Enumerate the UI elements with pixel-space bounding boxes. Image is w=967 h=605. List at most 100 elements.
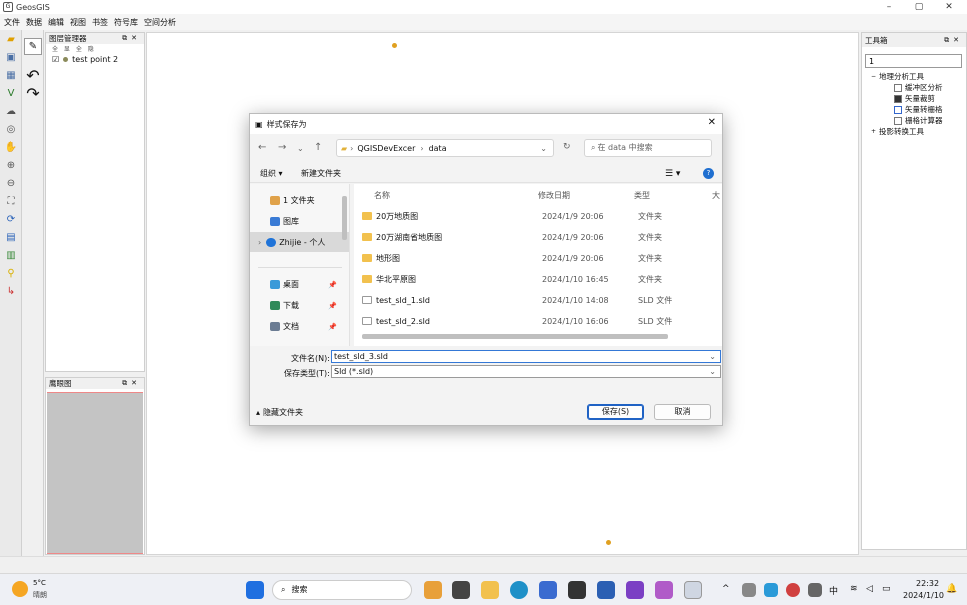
panel-controls-icon[interactable]: ⧉✕: [122, 34, 144, 43]
edge-icon[interactable]: [510, 581, 528, 599]
word-icon[interactable]: [597, 581, 615, 599]
menu-view[interactable]: 视图: [70, 17, 86, 28]
refresh-icon[interactable]: ↻: [563, 142, 571, 152]
new-folder-button[interactable]: 新建文件夹: [301, 168, 341, 179]
menu-file[interactable]: 文件: [4, 17, 20, 28]
maximize-icon[interactable]: ▢: [908, 0, 930, 14]
chevron-down-icon[interactable]: ⌄: [709, 366, 716, 377]
column-type[interactable]: 类型: [634, 190, 650, 201]
filename-input[interactable]: test_sld_3.sld ⌄: [331, 350, 721, 363]
nav-downloads[interactable]: 下载 📌: [270, 300, 337, 311]
ime-indicator[interactable]: 中: [829, 584, 838, 597]
wifi-icon[interactable]: ≋: [850, 584, 858, 594]
clock-date[interactable]: 2024/1/10: [903, 591, 944, 600]
weather-icon[interactable]: [12, 581, 28, 597]
file-row[interactable]: 地形图 2024/1/9 20:06 文件夹: [362, 249, 722, 267]
chevron-down-icon[interactable]: ⌄: [540, 144, 547, 153]
layer-panel-toolbar[interactable]: 全 显 全 隐: [46, 44, 144, 53]
menu-symbol[interactable]: 符号库: [114, 17, 138, 28]
refresh-icon[interactable]: ⟳: [2, 211, 20, 228]
tree-projection[interactable]: + 投影转换工具: [871, 126, 924, 137]
view-options-icon[interactable]: ☰ ▾: [665, 169, 680, 179]
address-bar[interactable]: ▰ › QGISDevExcer › data ⌄: [336, 139, 554, 157]
map-icon[interactable]: ▤: [2, 229, 20, 246]
search-input[interactable]: ⌕ 在 data 中搜索: [584, 139, 712, 157]
file-row[interactable]: 20万地质图 2024/1/9 20:06 文件夹: [362, 207, 722, 225]
open-folder-icon[interactable]: ▰: [2, 31, 20, 48]
file-explorer-icon[interactable]: [481, 581, 499, 599]
tray-app-icon[interactable]: [764, 583, 778, 597]
pin-icon[interactable]: 📌: [328, 302, 337, 310]
expand-icon[interactable]: +: [871, 128, 876, 135]
tool-clip[interactable]: 矢量裁剪: [894, 93, 935, 104]
panel-controls-icon[interactable]: ⧉✕: [944, 36, 966, 45]
tray-chevron-icon[interactable]: ^: [722, 584, 730, 594]
cancel-button[interactable]: 取消: [654, 404, 711, 420]
tray-app-icon[interactable]: [742, 583, 756, 597]
full-extent-icon[interactable]: ⛶: [2, 193, 20, 210]
tree-geo-analysis[interactable]: − 地理分析工具: [871, 71, 924, 82]
volume-icon[interactable]: ◁: [866, 584, 873, 594]
column-size[interactable]: 大: [712, 190, 720, 201]
layer-icon[interactable]: ◎: [2, 121, 20, 138]
forward-icon[interactable]: →: [278, 142, 286, 153]
file-row[interactable]: test_sld_2.sld 2024/1/10 16:06 SLD 文件: [362, 312, 722, 330]
battery-icon[interactable]: ▭: [882, 584, 891, 594]
exit-icon[interactable]: ↳: [2, 283, 20, 300]
map-point[interactable]: [392, 43, 397, 48]
filetype-select[interactable]: Sld (*.sld) ⌄: [331, 365, 721, 378]
column-date[interactable]: 修改日期: [538, 190, 570, 201]
save-icon[interactable]: ▣: [2, 49, 20, 66]
visual-studio-icon[interactable]: [626, 581, 644, 599]
collapse-icon[interactable]: −: [871, 73, 876, 80]
map-point[interactable]: [606, 540, 611, 545]
layer-item[interactable]: ☑ test point 2: [46, 53, 144, 65]
menu-bookmark[interactable]: 书签: [92, 17, 108, 28]
windows-start-icon[interactable]: [246, 581, 264, 599]
notification-icon[interactable]: 🔔: [946, 584, 957, 594]
edit-icon[interactable]: ✎: [24, 38, 42, 55]
undo-icon[interactable]: ↶: [24, 67, 42, 84]
tool-raster-calc[interactable]: 栅格计算器: [894, 115, 943, 126]
pin-icon[interactable]: 📌: [328, 323, 337, 331]
nav-desktop[interactable]: 桌面 📌: [270, 279, 337, 290]
pan-icon[interactable]: ✋: [2, 139, 20, 156]
nav-gallery[interactable]: 图库: [270, 216, 299, 227]
hide-folders-toggle[interactable]: ▴ 隐藏文件夹: [256, 407, 303, 418]
tool-buffer[interactable]: 缓冲区分析: [894, 82, 943, 93]
organize-button[interactable]: 组织 ▾: [260, 168, 283, 179]
toolbox-search-input[interactable]: [865, 54, 962, 68]
chart-icon[interactable]: ▥: [2, 247, 20, 264]
menu-spatial[interactable]: 空间分析: [144, 17, 176, 28]
minimize-icon[interactable]: –: [878, 0, 900, 14]
taskbar-search[interactable]: ⌕ 搜索: [272, 580, 412, 600]
app-icon[interactable]: [655, 581, 673, 599]
save-button[interactable]: 保存(S): [587, 404, 644, 420]
clock-time[interactable]: 22:32: [916, 579, 939, 588]
zoom-in-icon[interactable]: ⊕: [2, 157, 20, 174]
vector-icon[interactable]: V: [2, 85, 20, 102]
menu-data[interactable]: 数据: [26, 17, 42, 28]
widgets-icon[interactable]: [424, 581, 442, 599]
nav-documents[interactable]: 文档 📌: [270, 321, 337, 332]
zoom-out-icon[interactable]: ⊖: [2, 175, 20, 192]
nav-onedrive[interactable]: › Zhijie - 个人: [258, 237, 325, 248]
tool-rasterize[interactable]: 矢量转栅格: [894, 104, 943, 115]
menu-edit[interactable]: 编辑: [48, 17, 64, 28]
nav-scrollbar[interactable]: [342, 196, 347, 240]
back-icon[interactable]: ←: [258, 142, 266, 153]
redo-icon[interactable]: ↷: [24, 85, 42, 102]
dialog-close-icon[interactable]: ✕: [708, 117, 716, 128]
help-icon[interactable]: ?: [703, 168, 714, 179]
table-icon[interactable]: ▦: [2, 67, 20, 84]
panel-controls-icon[interactable]: ⧉✕: [122, 379, 144, 388]
up-icon[interactable]: ↑: [314, 142, 322, 153]
horizontal-scrollbar[interactable]: [362, 334, 668, 339]
eagle-eye-view[interactable]: [47, 392, 143, 554]
tray-app-icon[interactable]: [808, 583, 822, 597]
close-icon[interactable]: ✕: [938, 0, 960, 14]
tray-app-icon[interactable]: [786, 583, 800, 597]
geosgis-taskbar-icon[interactable]: [684, 581, 702, 599]
file-row[interactable]: 20万湖南省地质图 2024/1/9 20:06 文件夹: [362, 228, 722, 246]
file-row[interactable]: test_sld_1.sld 2024/1/10 14:08 SLD 文件: [362, 291, 722, 309]
